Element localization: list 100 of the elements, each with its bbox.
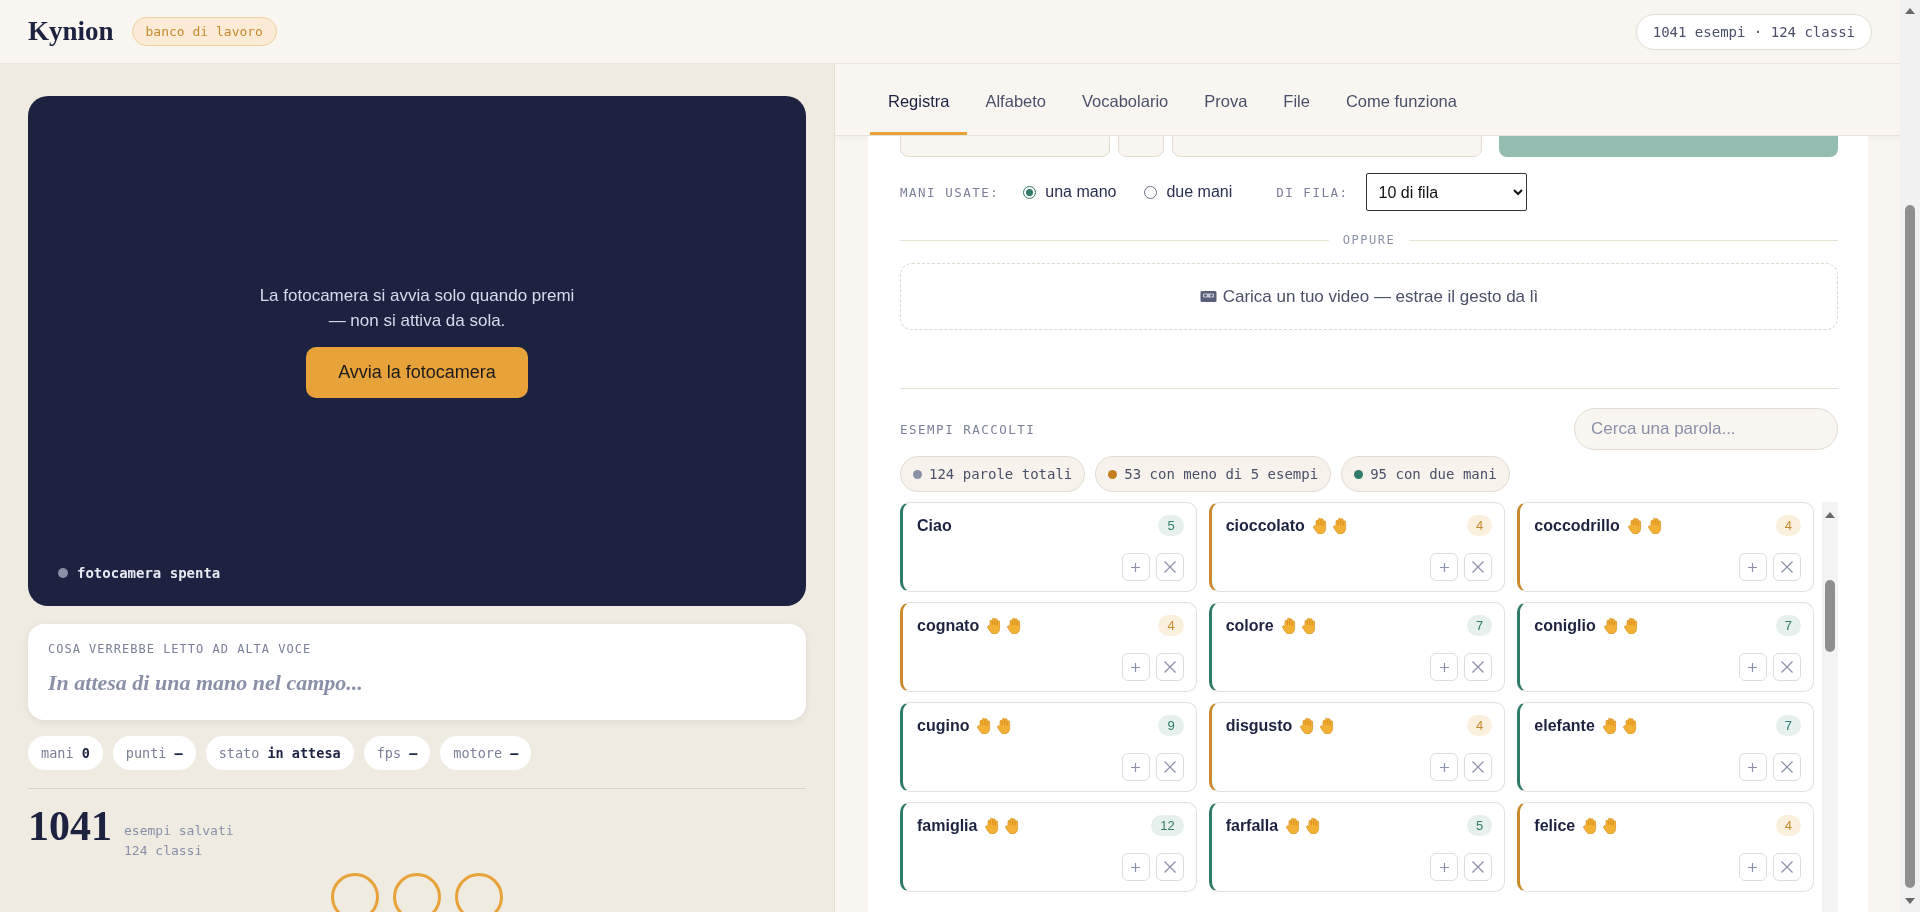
word-card[interactable]: cioccolato 4: [1208, 502, 1506, 592]
field-label: DI FILA:: [1276, 184, 1349, 200]
delete-button[interactable]: [1464, 553, 1493, 581]
scroll-down-icon[interactable]: [1905, 898, 1915, 904]
word-card[interactable]: famiglia 12: [900, 802, 1197, 892]
stat-chip: motore —: [440, 736, 532, 770]
add-button[interactable]: [1430, 853, 1459, 881]
tab[interactable]: Vocabolario: [1064, 64, 1187, 135]
plus-icon: [1131, 662, 1141, 672]
delete-button[interactable]: [1773, 653, 1801, 681]
add-button[interactable]: [1430, 753, 1459, 781]
add-button[interactable]: [1430, 553, 1459, 581]
delete-button[interactable]: [1464, 853, 1493, 881]
word-name: coniglio: [1534, 616, 1596, 635]
filter-label: 53 con meno di 5 esempi: [1124, 466, 1319, 482]
scroll-thumb[interactable]: [1905, 205, 1915, 888]
total-count: 1041: [28, 805, 112, 847]
tab[interactable]: Come funziona: [1327, 64, 1475, 135]
add-button[interactable]: [1121, 853, 1150, 881]
delete-button[interactable]: [1155, 753, 1184, 781]
count-badge: 7: [1775, 715, 1801, 736]
word-name: disgusto: [1225, 716, 1293, 735]
plus-icon: [1748, 662, 1758, 672]
camera-message: La fotocamera si avvia solo quando premi — non si attiva da sola.: [258, 285, 576, 332]
close-icon: [1163, 761, 1176, 773]
close-icon: [1163, 861, 1176, 873]
count-badge: 12: [1151, 815, 1184, 836]
repeat-select[interactable]: 10 di fila: [1365, 173, 1527, 211]
word-name: elefante: [1534, 716, 1595, 735]
scroll-thumb[interactable]: [1825, 580, 1835, 652]
tab[interactable]: Alfabeto: [967, 64, 1064, 135]
delete-button[interactable]: [1155, 553, 1184, 581]
close-icon: [1472, 761, 1485, 773]
delete-button[interactable]: [1773, 553, 1801, 581]
filter-chip[interactable]: 124 parole totali: [900, 456, 1086, 492]
radio-option[interactable]: due mani: [1144, 183, 1233, 201]
count-badge: 4: [1775, 515, 1801, 536]
add-button[interactable]: [1430, 653, 1459, 681]
add-button[interactable]: [1121, 753, 1150, 781]
add-button[interactable]: [1121, 553, 1150, 581]
add-button[interactable]: [1121, 653, 1150, 681]
word-card[interactable]: cugino 9: [900, 702, 1197, 792]
word-card[interactable]: felice 4: [1517, 802, 1814, 892]
count-badge: 9: [1158, 715, 1184, 736]
scroll-up-icon[interactable]: [1905, 8, 1915, 14]
search-field[interactable]: Cerca una parola...: [1574, 408, 1838, 450]
count-badge: 4: [1158, 615, 1184, 636]
word-card[interactable]: coccodrillo 4: [1517, 502, 1814, 592]
word-card[interactable]: colore 7: [1208, 602, 1506, 692]
add-button[interactable]: [1739, 753, 1767, 781]
stat-chip: stato in attesa: [205, 736, 354, 770]
close-icon: [1472, 561, 1485, 573]
delete-button[interactable]: [1155, 853, 1184, 881]
plus-icon: [1439, 762, 1449, 772]
filter-chip[interactable]: 53 con meno di 5 esempi: [1095, 456, 1332, 492]
count-badge: 7: [1775, 615, 1801, 636]
word-name: felice: [1534, 816, 1576, 835]
plus-icon: [1748, 762, 1758, 772]
divider-label: OPPURE: [900, 233, 1838, 247]
count-badge: 4: [1775, 815, 1801, 836]
plus-icon: [1439, 862, 1449, 872]
stat-chip: mani 0: [28, 736, 103, 770]
upload-text: Carica un tuo video — estrae il gesto da lì: [1222, 286, 1539, 307]
plus-icon: [1131, 762, 1141, 772]
count-badge: 4: [1467, 515, 1493, 536]
delete-button[interactable]: [1464, 653, 1493, 681]
add-button[interactable]: [1739, 653, 1767, 681]
word-card[interactable]: cognato 4: [900, 602, 1197, 692]
upload-area[interactable]: Carica un tuo video — estrae il gesto da lì: [900, 263, 1838, 330]
word-name: coccodrillo: [1534, 516, 1620, 535]
tab[interactable]: File: [1265, 64, 1328, 135]
count-badge: 5: [1158, 515, 1184, 536]
count-badge: 4: [1467, 715, 1493, 736]
add-button[interactable]: [1739, 853, 1767, 881]
scrollbar[interactable]: [1822, 502, 1838, 912]
word-card[interactable]: elefante 7: [1517, 702, 1814, 792]
readout-label: COSA VERREBBE LETTO AD ALTA VOCE: [48, 642, 313, 656]
word-card[interactable]: Ciao 5: [900, 502, 1197, 592]
stat-chip: fps —: [363, 736, 431, 770]
word-card[interactable]: farfalla 5: [1208, 802, 1506, 892]
total-caption: esempi salvati: [124, 821, 234, 840]
delete-button[interactable]: [1773, 853, 1801, 881]
close-icon: [1781, 761, 1793, 773]
camera-status: fotocamera spenta: [77, 565, 221, 581]
stat-chip: punti —: [112, 736, 196, 770]
cassette-icon: [1199, 290, 1217, 303]
delete-button[interactable]: [1773, 753, 1801, 781]
scroll-up-icon: [1825, 512, 1835, 518]
delete-button[interactable]: [1155, 653, 1184, 681]
delete-button[interactable]: [1464, 753, 1493, 781]
add-button[interactable]: [1739, 553, 1767, 581]
radio-option[interactable]: una mano: [1023, 183, 1117, 201]
plus-icon: [1131, 862, 1141, 872]
word-card[interactable]: disgusto 4: [1208, 702, 1506, 792]
class-count: 124 classi: [124, 841, 204, 860]
word-card[interactable]: coniglio 7: [1517, 602, 1814, 692]
start-camera-button[interactable]: Avvia la fotocamera: [306, 347, 528, 399]
filter-chip[interactable]: 95 con due mani: [1341, 456, 1510, 492]
tab[interactable]: Prova: [1186, 64, 1266, 135]
close-icon: [1781, 561, 1793, 573]
